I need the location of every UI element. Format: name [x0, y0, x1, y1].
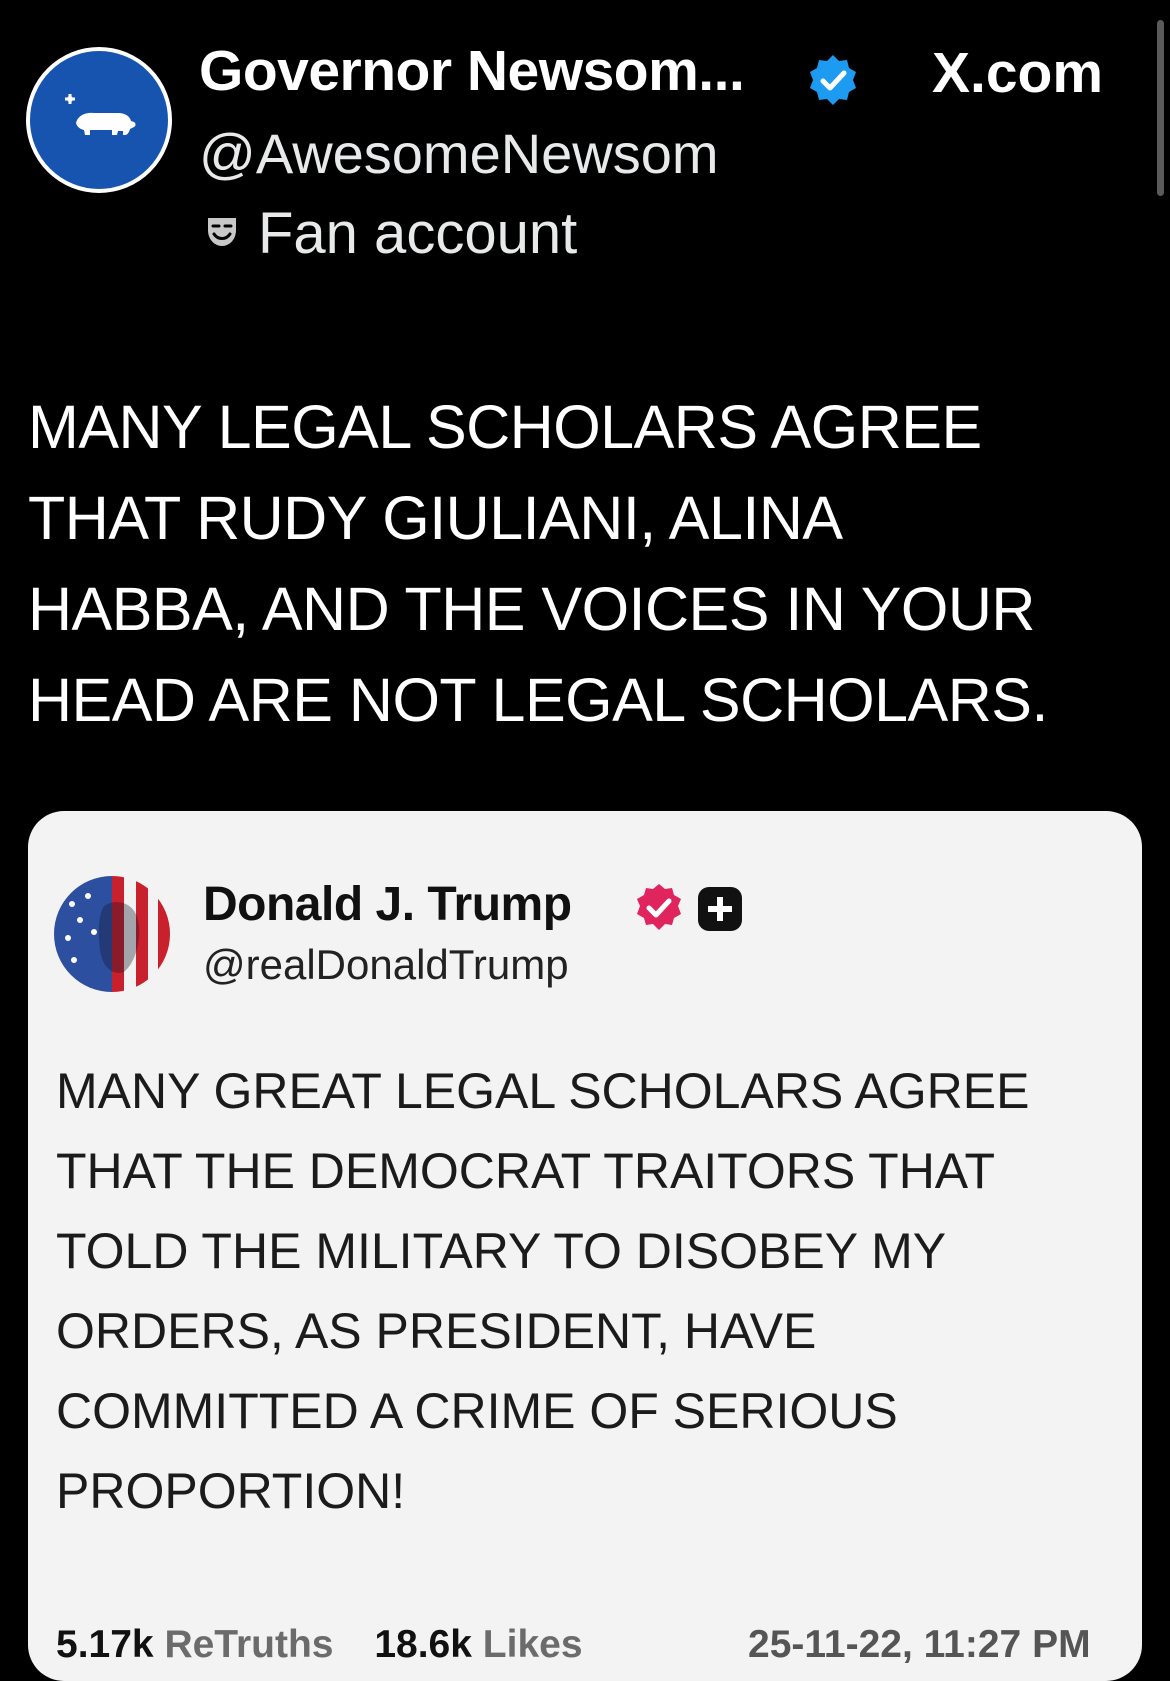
timestamp: 25-11-22, 11:27 PM	[748, 1623, 1091, 1666]
display-name[interactable]: Governor Newsom...	[199, 38, 745, 104]
account-label: Fan account	[258, 201, 578, 266]
tweet-line: MANY LEGAL SCHOLARS AGREE	[28, 393, 982, 461]
quoted-line: COMMITTED A CRIME OF SERIOUS	[56, 1383, 898, 1439]
quoted-post-card[interactable]: Donald J. Trump @realDonaldTrump MANY GR…	[28, 811, 1142, 1681]
plus-badge-icon	[698, 887, 742, 931]
quoted-line: ORDERS, AS PRESIDENT, HAVE	[56, 1303, 817, 1359]
site-label: X.com	[932, 41, 1104, 105]
retruths-count[interactable]: 5.17k	[56, 1623, 154, 1666]
quoted-post-text: MANY GREAT LEGAL SCHOLARS AGREE THAT THE…	[56, 1051, 1136, 1531]
likes-count[interactable]: 18.6k	[374, 1623, 472, 1666]
tweet-line: THAT RUDY GIULIANI, ALINA	[28, 484, 843, 552]
retruths-label[interactable]: ReTruths	[164, 1623, 333, 1666]
quoted-line: TOLD THE MILITARY TO DISOBEY MY	[56, 1223, 947, 1279]
handle[interactable]: @AwesomeNewsom	[199, 121, 719, 186]
quoted-line: THAT THE DEMOCRAT TRAITORS THAT	[56, 1143, 995, 1199]
quoted-handle[interactable]: @realDonaldTrump	[203, 941, 569, 989]
scrollbar[interactable]	[1157, 20, 1164, 196]
quoted-avatar[interactable]	[54, 876, 170, 992]
quoted-display-name[interactable]: Donald J. Trump	[203, 877, 572, 932]
tweet-line: HABBA, AND THE VOICES IN YOUR	[28, 575, 1035, 643]
verified-badge-icon	[810, 55, 856, 105]
quoted-line: PROPORTION!	[56, 1463, 406, 1519]
avatar[interactable]	[26, 47, 172, 193]
tweet-line: HEAD ARE NOT LEGAL SCHOLARS.	[28, 666, 1048, 734]
tweet-text: MANY LEGAL SCHOLARS AGREE THAT RUDY GIUL…	[28, 382, 1148, 746]
verified-badge-icon	[637, 884, 681, 930]
flag-portrait-icon	[54, 876, 170, 992]
bear-logo-icon	[65, 94, 136, 135]
likes-label[interactable]: Likes	[483, 1623, 583, 1666]
theater-mask-icon	[208, 218, 236, 246]
quoted-post-stats: 5.17k ReTruths 18.6k Likes 25-11-22, 11:…	[56, 1623, 1091, 1667]
quoted-line: MANY GREAT LEGAL SCHOLARS AGREE	[56, 1063, 1030, 1119]
